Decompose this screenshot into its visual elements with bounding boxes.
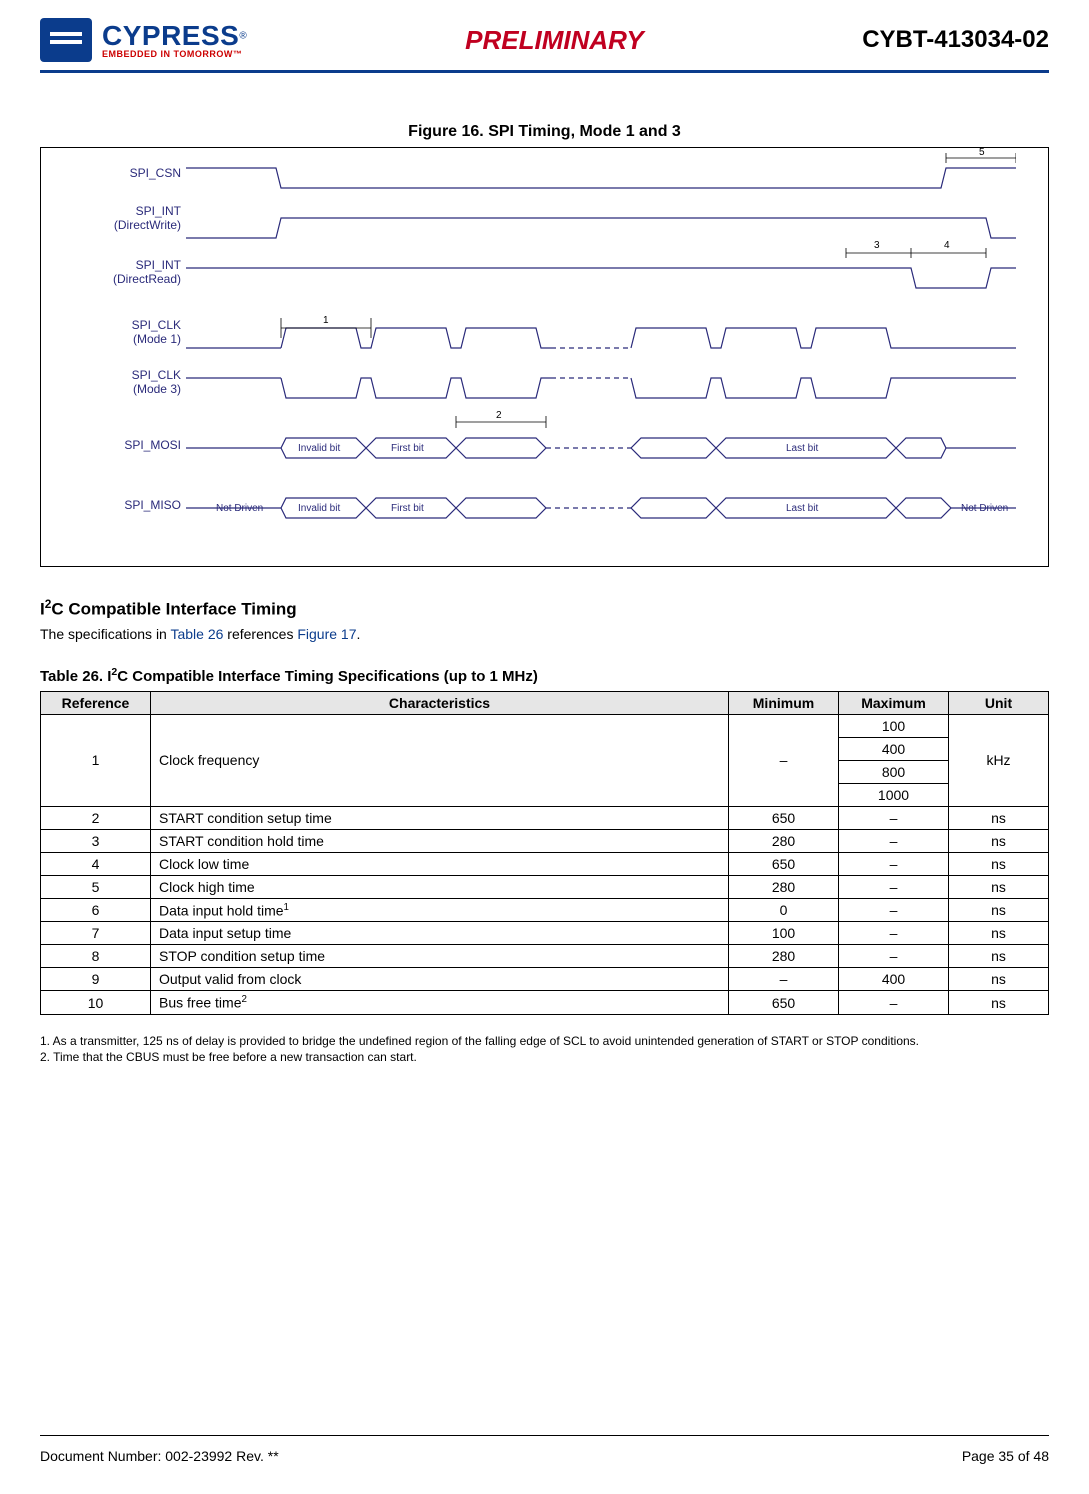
section-paragraph: The specifications in Table 26 reference… (40, 626, 1049, 642)
page-footer: Document Number: 002-23992 Rev. ** Page … (40, 1448, 1049, 1464)
header-rule (40, 70, 1049, 73)
svg-text:Last bit: Last bit (786, 503, 818, 514)
cypress-logo-icon (40, 18, 92, 62)
svg-text:Invalid bit: Invalid bit (298, 443, 340, 454)
svg-text:First bit: First bit (391, 503, 424, 514)
svg-text:5: 5 (979, 148, 985, 158)
section-heading: I2C Compatible Interface Timing (40, 597, 1049, 620)
sig-label-int-dr: SPI_INT (DirectRead) (113, 258, 181, 286)
doc-status: PRELIMINARY (247, 25, 863, 56)
sig-label-csn: SPI_CSN (130, 166, 181, 180)
table-row: 6 Data input hold time1 0 – ns (41, 898, 1049, 922)
table-row: 3 START condition hold time 280 – ns (41, 829, 1049, 852)
part-number: CYBT-413034-02 (862, 26, 1049, 54)
svg-text:Not Driven: Not Driven (216, 503, 263, 514)
svg-text:3: 3 (874, 240, 880, 251)
col-minimum: Minimum (729, 691, 839, 714)
brand-block: CYPRESS® EMBEDDED IN TOMORROW™ (40, 18, 247, 62)
svg-text:Invalid bit: Invalid bit (298, 503, 340, 514)
svg-text:Not Driven: Not Driven (961, 503, 1008, 514)
footnote-1: 1. As a transmitter, 125 ns of delay is … (40, 1033, 1049, 1049)
svg-text:2: 2 (496, 410, 502, 421)
col-reference: Reference (41, 691, 151, 714)
timing-diagram: SPI_CSN SPI_INT (DirectWrite) SPI_INT (D… (40, 147, 1049, 567)
col-unit: Unit (949, 691, 1049, 714)
table-row: 8 STOP condition setup time 280 – ns (41, 945, 1049, 968)
doc-number: Document Number: 002-23992 Rev. ** (40, 1448, 279, 1464)
sig-label-clk-m1: SPI_CLK (Mode 1) (132, 318, 181, 346)
brand-name: CYPRESS (102, 20, 239, 51)
svg-text:1: 1 (323, 315, 329, 326)
spec-table: Reference Characteristics Minimum Maximu… (40, 691, 1049, 1015)
table-row: 9 Output valid from clock – 400 ns (41, 968, 1049, 991)
figure-caption: Figure 16. SPI Timing, Mode 1 and 3 (40, 123, 1049, 141)
footer-rule (40, 1435, 1049, 1436)
table-row: 5 Clock high time 280 – ns (41, 875, 1049, 898)
sig-label-int-dw: SPI_INT (DirectWrite) (114, 204, 181, 232)
table-row: 1 Clock frequency – 100 kHz (41, 714, 1049, 737)
page-number: Page 35 of 48 (962, 1448, 1049, 1464)
link-table26[interactable]: Table 26 (170, 626, 223, 642)
link-figure17[interactable]: Figure 17 (297, 626, 356, 642)
table-caption: Table 26. I2C Compatible Interface Timin… (40, 666, 1049, 685)
table-row: 10 Bus free time2 650 – ns (41, 991, 1049, 1015)
col-characteristics: Characteristics (151, 691, 729, 714)
timing-svg: 5 3 4 1 2 Invalid bit First bit Last bit… (186, 148, 1016, 568)
page-header: CYPRESS® EMBEDDED IN TOMORROW™ PRELIMINA… (40, 0, 1049, 68)
sig-label-miso: SPI_MISO (124, 498, 181, 512)
table-header-row: Reference Characteristics Minimum Maximu… (41, 691, 1049, 714)
sig-label-mosi: SPI_MOSI (124, 438, 181, 452)
svg-text:Last bit: Last bit (786, 443, 818, 454)
brand-tagline: EMBEDDED IN TOMORROW™ (102, 50, 247, 59)
footnote-2: 2. Time that the CBUS must be free befor… (40, 1049, 1049, 1065)
table-row: 2 START condition setup time 650 – ns (41, 806, 1049, 829)
registered-mark: ® (239, 30, 246, 41)
table-row: 7 Data input setup time 100 – ns (41, 922, 1049, 945)
svg-text:First bit: First bit (391, 443, 424, 454)
footnotes: 1. As a transmitter, 125 ns of delay is … (40, 1033, 1049, 1065)
table-row: 4 Clock low time 650 – ns (41, 852, 1049, 875)
col-maximum: Maximum (839, 691, 949, 714)
sig-label-clk-m3: SPI_CLK (Mode 3) (132, 368, 181, 396)
svg-text:4: 4 (944, 240, 950, 251)
